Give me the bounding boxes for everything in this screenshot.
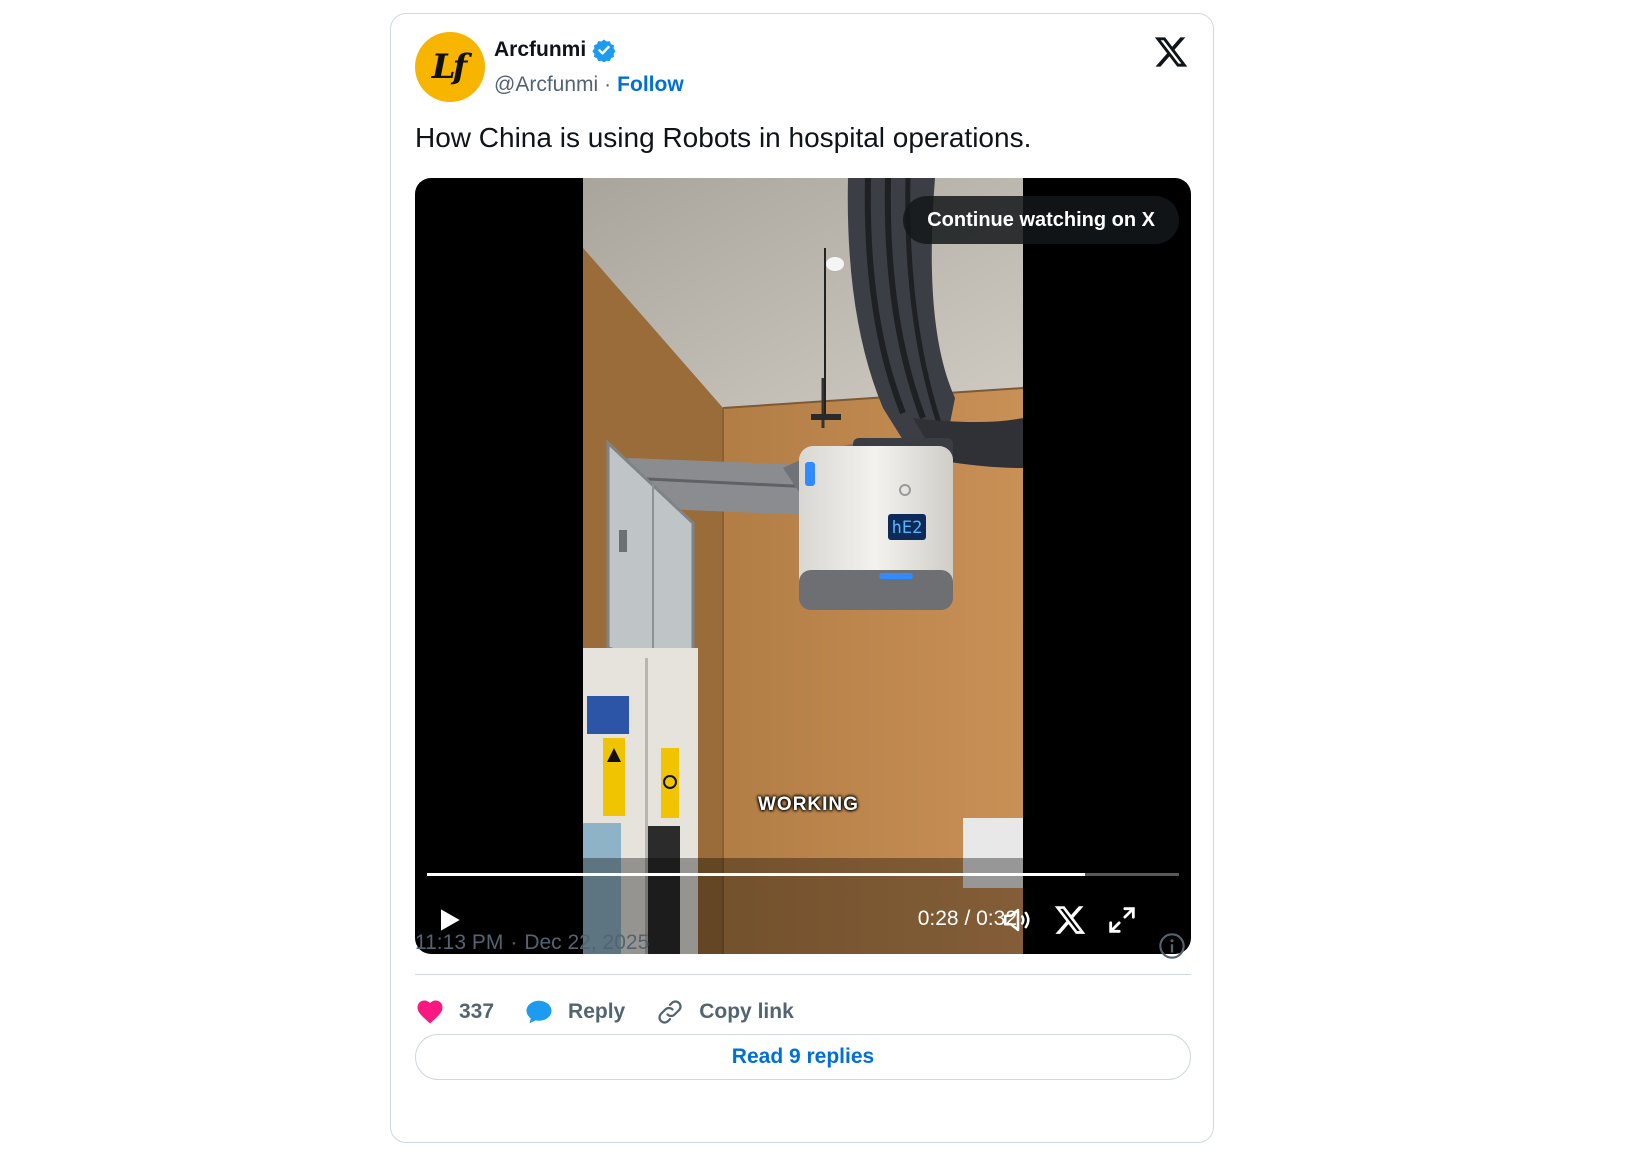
author-handle[interactable]: @Arcfunmi [494,73,598,97]
author-avatar[interactable]: Lf [415,32,485,102]
info-icon[interactable] [1158,932,1186,960]
copy-link-label: Copy link [699,1000,794,1023]
reply-bubble-icon [526,1000,552,1024]
timestamp-separator: · [510,931,518,954]
tweet-text: How China is using Robots in hospital op… [415,122,1032,153]
video-caption: WORKING [758,794,859,815]
reply-button[interactable]: Reply [524,997,625,1027]
video-progress-bar[interactable] [427,873,1179,876]
verified-badge-icon [592,39,616,62]
current-time: 0:28 [917,907,959,930]
robot-display-code: hE2 [892,518,923,538]
like-button[interactable]: 337 [415,997,494,1027]
x-logo-icon[interactable] [1153,34,1189,70]
continue-watching-button[interactable]: Continue watching on X [903,196,1179,244]
time-separator: / [964,907,971,930]
author-name-row: Arcfunmi [494,38,616,62]
handle-separator: · [604,73,612,96]
reply-label: Reply [568,1000,626,1023]
video-frame: hE2 [583,178,1023,954]
copy-link-button[interactable]: Copy link [655,997,794,1027]
link-icon [658,1000,682,1024]
heart-icon [417,1000,443,1024]
avatar-logo-text: Lf [431,47,468,87]
tweet-timestamp[interactable]: 11:13 PM · Dec 22, 2025 [415,931,649,955]
tweet-time: 11:13 PM [415,931,504,954]
fullscreen-icon[interactable] [1105,903,1139,937]
follow-button[interactable]: Follow [617,73,684,97]
tweet-embed-card: Lf Arcfunmi @Arcfunmi · Follow How China… [390,13,1214,1143]
read-replies-button[interactable]: Read 9 replies [415,1034,1191,1080]
author-handle-row: @Arcfunmi · Follow [494,73,684,97]
divider [415,974,1191,975]
video-player[interactable]: hE2 Continue watching on X WORKING 0:28 … [415,178,1191,954]
x-share-icon[interactable] [1053,903,1087,937]
tweet-date: Dec 22, 2025 [524,931,650,954]
author-name[interactable]: Arcfunmi [494,38,586,62]
video-progress-fill [427,873,1085,876]
volume-icon[interactable] [1001,903,1035,937]
tweet-actions: 337 Reply Copy link [415,992,824,1032]
like-count: 337 [459,1000,495,1023]
